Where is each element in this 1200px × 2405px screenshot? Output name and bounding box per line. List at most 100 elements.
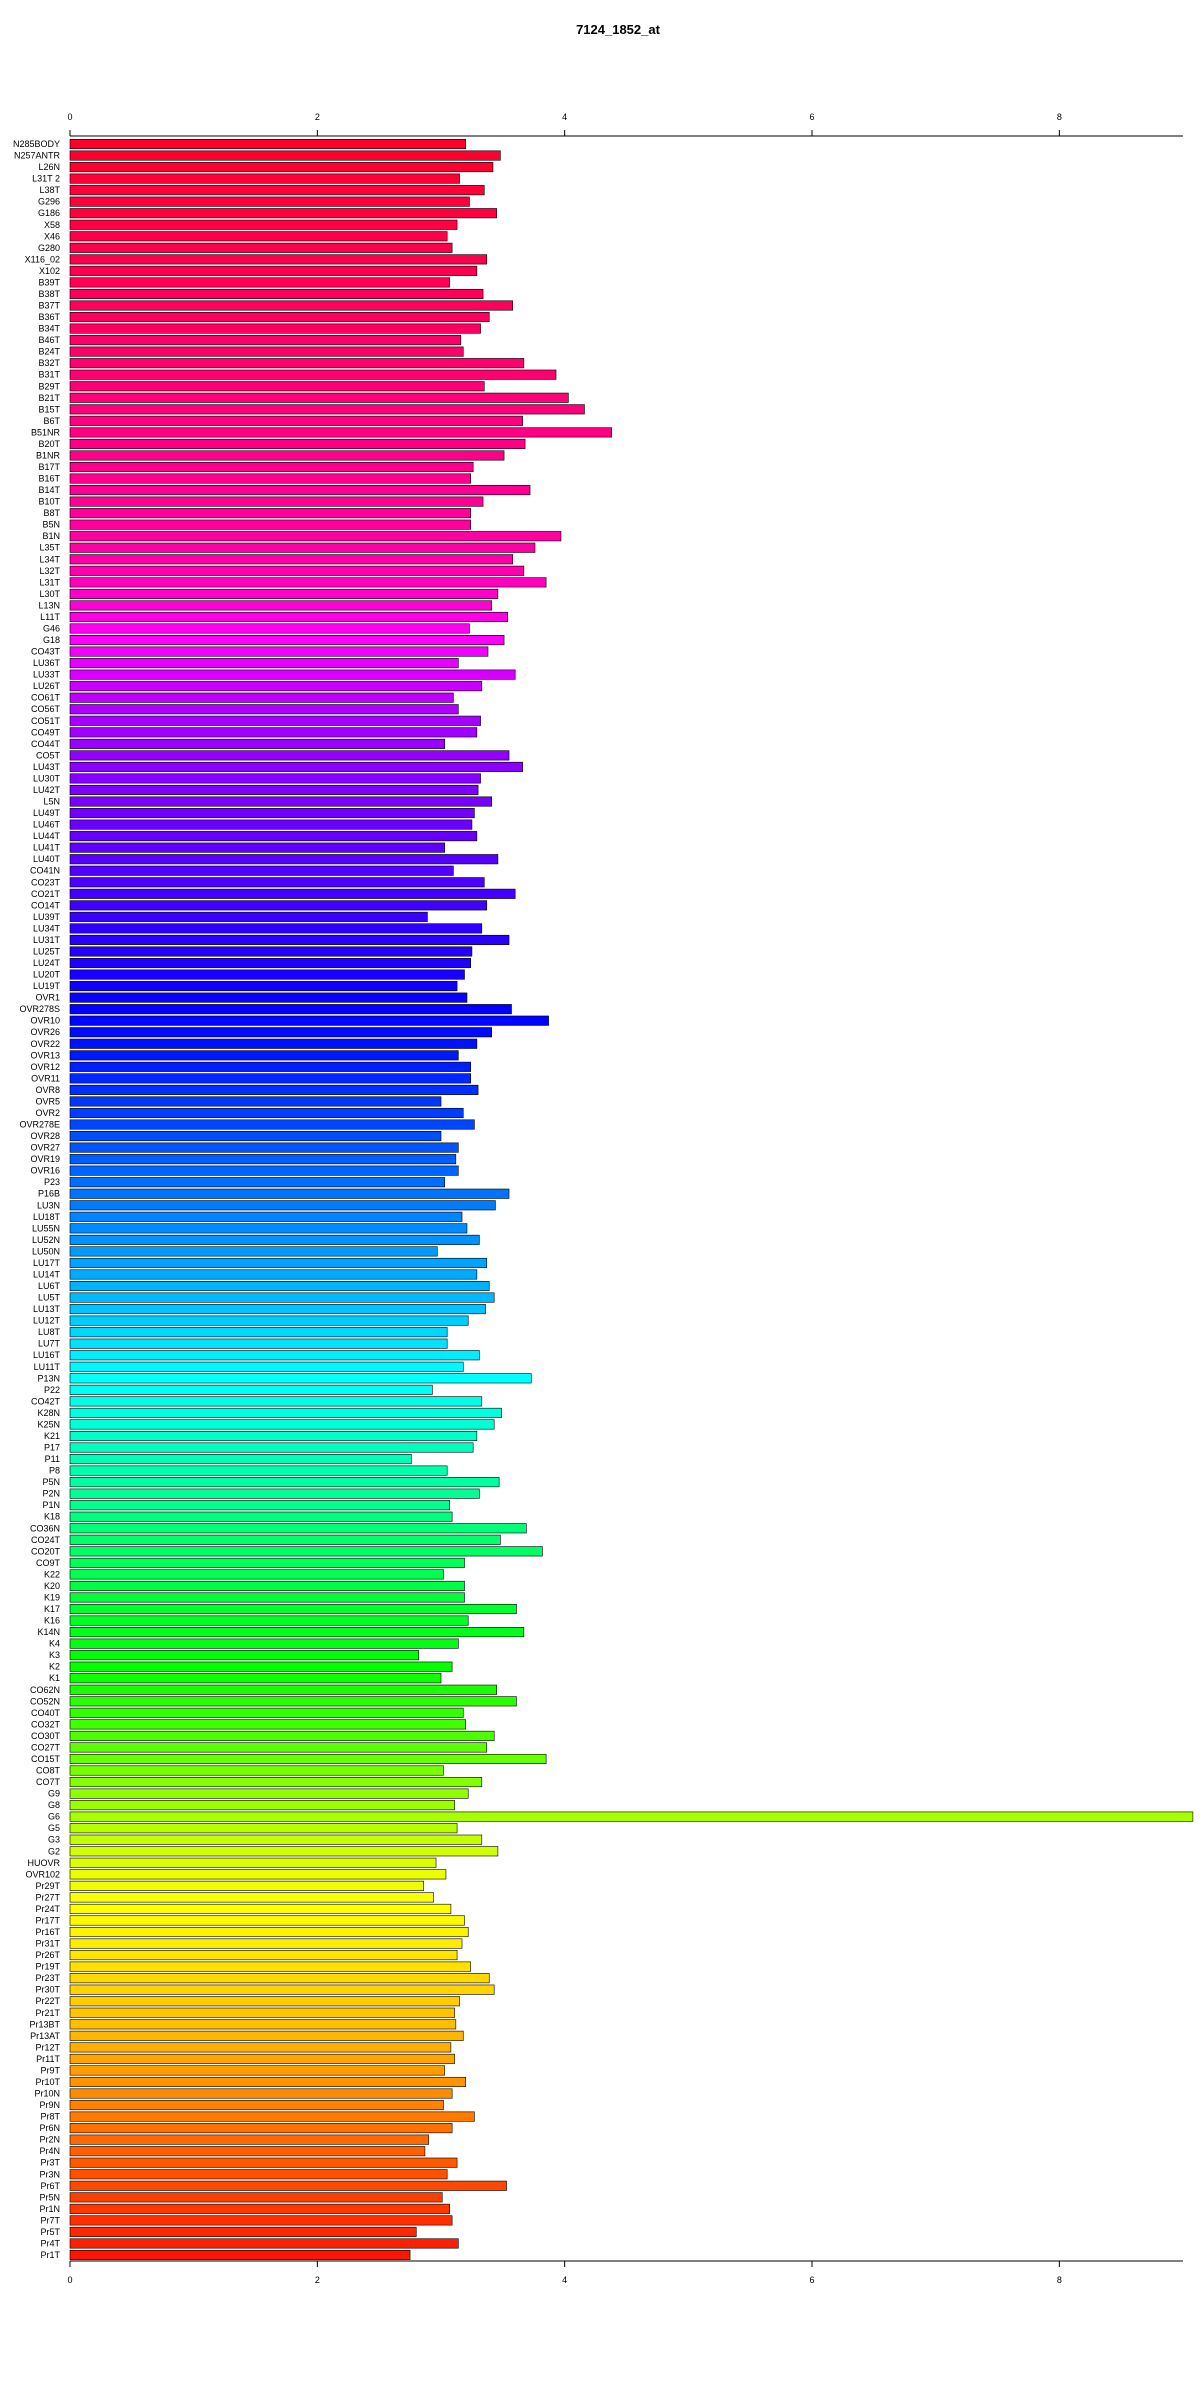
bar-LU40T [69,854,499,865]
category-label: LU8T [38,1327,61,1337]
category-label: Pr3T [40,2158,60,2168]
bar-Pr1N [69,2203,450,2214]
chart-title: 7124_1852_at [576,22,661,37]
bar-B24T [69,346,464,357]
category-label: LU3N [37,1200,60,1210]
bar-G2 [69,1846,499,1857]
bar-CO40T [69,1707,464,1718]
category-label: OVR26 [30,1027,60,1037]
x-tick-label-bottom: 4 [562,2275,567,2285]
x-axis-bottom: 0 2 4 6 8 [67,2260,1183,2285]
bar-CO44T [69,738,446,749]
bar-L26N [69,162,494,173]
bar-Pr9T [69,2065,446,2076]
bar-LU44T [69,831,478,842]
category-label: OVR11 [31,1073,60,1083]
bar-P8 [69,1465,448,1476]
bar-CO56T [69,704,459,715]
bar-G46 [69,623,470,634]
category-label: K17 [44,1604,60,1614]
bar-K21 [69,1430,478,1442]
bar-LU42T [69,784,479,796]
category-label: B17T [38,462,60,472]
bar-B36T [69,311,490,323]
category-label: CO51T [31,716,61,726]
category-label: K20 [44,1581,60,1591]
bar-P11 [69,1454,412,1465]
category-label: X116_02 [25,254,60,264]
bar-CO15T [69,1753,547,1764]
bar-B32T [69,358,525,369]
category-label: CO7T [36,1777,61,1787]
category-label: K4 [49,1639,60,1649]
bar-OVR19 [69,1154,457,1165]
category-label: CO23T [31,877,61,887]
category-label: HUOVR [27,1858,60,1868]
category-label: LU44T [33,831,61,841]
bar-LU39T [69,911,428,922]
category-label: Pr24T [35,1904,60,1914]
x-tick-label-bottom: 6 [809,2275,814,2285]
bar-B15T [69,404,585,415]
category-label: OVR27 [30,1143,60,1153]
bar-LU19T [69,981,458,992]
bar-Pr29T [69,1880,424,1891]
bar-K20 [69,1580,465,1591]
bar-Pr23T [69,1973,490,1984]
category-label: OVR19 [30,1154,60,1164]
category-label: X102 [39,266,60,276]
category-label: G9 [48,1789,60,1799]
category-label: OVR278S [19,1004,60,1014]
category-label: B46T [38,335,60,345]
category-label: B37T [38,301,60,311]
category-label: CO43T [31,647,61,657]
category-label: B32T [38,358,60,368]
category-label: CO40T [31,1708,61,1718]
bar-B17T [69,461,474,473]
bar-K17 [69,1603,517,1615]
category-label: G46 [43,623,60,633]
x-tick-label-bottom: 0 [67,2275,72,2285]
category-label: Pr17T [35,1915,60,1925]
category-label: B39T [38,277,60,287]
bar-OVR1 [69,992,468,1003]
bar-K3 [69,1650,420,1661]
bar-L5N [69,796,493,807]
category-label: B8T [43,508,60,518]
category-label: LU26T [33,681,61,691]
bar-OVR278S [69,1004,512,1015]
category-label: L31T [39,577,60,587]
bar-L34T [69,554,514,565]
bar-Pr30T [69,1984,495,1995]
bar-L11T [69,611,509,622]
bar-LU12T [69,1315,469,1326]
bar-OVR16 [69,1165,459,1176]
category-label: L38T [39,185,60,195]
bar-CO14T [69,900,488,911]
bar-B16T [69,473,471,484]
bar-CO7T [69,1777,483,1788]
category-label: Pr16T [35,1927,60,1937]
bar-B1NR [69,450,505,461]
bar-CO51T [69,715,481,726]
category-label: P8 [49,1466,60,1476]
bar-K18 [69,1511,453,1522]
bar-Pr9N [69,2100,444,2111]
category-label: K19 [44,1592,60,1602]
category-label: K21 [44,1431,60,1441]
category-label: CO24T [31,1535,61,1545]
bar-LU18T [69,1211,463,1222]
bar-B31T [69,369,557,380]
category-label: Pr4T [40,2238,60,2248]
category-label: K28N [37,1408,60,1418]
category-label: CO49T [31,727,61,737]
category-label: LU36T [33,658,61,668]
bar-G296 [69,196,470,207]
category-label: CO27T [31,1742,61,1752]
category-label: CO30T [31,1731,61,1741]
bar-OVR26 [69,1027,493,1038]
category-label: OVR16 [30,1166,60,1176]
category-label: K18 [44,1512,60,1522]
category-label: LU52N [32,1235,60,1245]
bar-CO32T [69,1719,467,1730]
